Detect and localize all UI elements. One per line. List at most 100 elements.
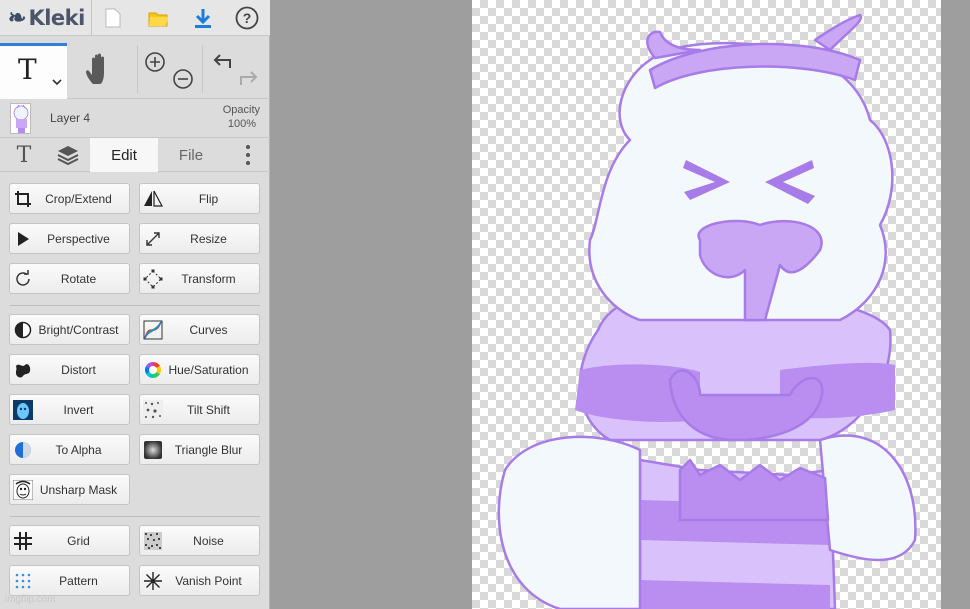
- kleki-logo-icon: ❧: [8, 5, 27, 31]
- rotate-icon: [16, 269, 30, 286]
- undo-button[interactable]: [210, 50, 236, 76]
- text-tool-button[interactable]: T: [0, 43, 67, 99]
- invert-icon: [13, 399, 33, 420]
- kleki-logo[interactable]: ❧ Kleki: [8, 4, 85, 32]
- button-label: Resize: [190, 231, 227, 246]
- redo-button[interactable]: [237, 67, 263, 93]
- zoom-in-icon: [145, 52, 165, 72]
- invert-button[interactable]: Invert: [9, 394, 130, 425]
- unsharp-icon: [13, 479, 33, 500]
- brightness-icon: [14, 321, 32, 338]
- text-tab-icon: T: [16, 142, 32, 168]
- vanish-point-button[interactable]: Vanish Point: [139, 565, 260, 596]
- app-name: Kleki: [28, 6, 85, 30]
- new-image-button[interactable]: [98, 3, 128, 33]
- text-tool-icon: T: [18, 53, 37, 86]
- rotate-button[interactable]: Rotate: [9, 263, 130, 294]
- more-menu-button[interactable]: [238, 138, 258, 172]
- button-label: Curves: [189, 322, 228, 337]
- flip-icon: [144, 190, 163, 207]
- grid-button[interactable]: Grid: [9, 525, 130, 556]
- button-label: Crop/Extend: [45, 191, 112, 206]
- resize-button[interactable]: Resize: [139, 223, 260, 254]
- divider: [202, 45, 203, 93]
- layer-preview-row[interactable]: Layer 4 Opacity 100%: [0, 100, 270, 138]
- button-label: Bright/Contrast: [38, 322, 119, 337]
- open-button[interactable]: [143, 3, 173, 33]
- svg-text:?: ?: [243, 10, 252, 26]
- transform-icon: [143, 269, 163, 288]
- to-alpha-button[interactable]: To Alpha: [9, 434, 130, 465]
- curves-icon: [143, 320, 163, 339]
- divider: [91, 0, 92, 36]
- distort-icon: [16, 363, 31, 377]
- button-label: Grid: [67, 533, 90, 548]
- tab-edit[interactable]: Edit: [90, 138, 158, 172]
- button-label: Triangle Blur: [174, 442, 243, 457]
- hue-wheel-icon: [145, 361, 161, 378]
- opacity-label: Opacity: [222, 104, 260, 116]
- triangle-blur-button[interactable]: Triangle Blur: [139, 434, 260, 465]
- layer-thumbnail: [10, 103, 31, 134]
- transform-button[interactable]: Transform: [139, 263, 260, 294]
- hand-tool-button[interactable]: [84, 51, 116, 91]
- layer-name: Layer 4: [50, 111, 91, 125]
- divider: [137, 45, 138, 93]
- button-label: Transform: [181, 271, 236, 286]
- button-label: Hue/Saturation: [168, 362, 249, 377]
- crop-icon: [15, 190, 31, 207]
- button-label: Perspective: [47, 231, 110, 246]
- edit-panel: Crop/Extend Flip Perspective Resize Rota…: [0, 173, 270, 609]
- button-label: Pattern: [59, 573, 98, 588]
- button-label: Tilt Shift: [187, 402, 230, 417]
- tilt-shift-icon: [143, 399, 163, 420]
- top-bar: ❧ Kleki ?: [0, 0, 270, 36]
- opacity-value[interactable]: 100%: [228, 118, 256, 130]
- button-label: Rotate: [60, 271, 97, 286]
- pattern-button[interactable]: Pattern: [9, 565, 130, 596]
- crop-extend-button[interactable]: Crop/Extend: [9, 183, 130, 214]
- resize-icon: [146, 231, 160, 246]
- divider: [10, 516, 260, 517]
- perspective-icon: [18, 231, 29, 246]
- unsharp-mask-button[interactable]: Unsharp Mask: [9, 474, 130, 505]
- tilt-shift-button[interactable]: Tilt Shift: [139, 394, 260, 425]
- flip-button[interactable]: Flip: [139, 183, 260, 214]
- button-label: To Alpha: [55, 442, 102, 457]
- bright-contrast-button[interactable]: Bright/Contrast: [9, 314, 130, 345]
- help-button[interactable]: ?: [232, 3, 262, 33]
- download-icon: [195, 9, 211, 28]
- more-vertical-icon: [246, 145, 250, 165]
- button-label: Invert: [63, 402, 94, 417]
- distort-button[interactable]: Distort: [9, 354, 130, 385]
- button-label: Noise: [193, 533, 224, 548]
- tool-row: T: [0, 37, 270, 99]
- watermark: imgflip.com: [5, 594, 56, 605]
- drawing-canvas[interactable]: [472, 0, 941, 609]
- hand-icon: [86, 53, 104, 84]
- blur-icon: [144, 440, 162, 459]
- tab-text[interactable]: T: [8, 138, 40, 172]
- panel-tabs: T Edit File: [0, 138, 270, 172]
- divider: [10, 305, 260, 306]
- zoom-out-icon: [173, 69, 193, 89]
- noise-button[interactable]: Noise: [139, 525, 260, 556]
- zoom-in-button[interactable]: [143, 50, 169, 76]
- grid-icon: [14, 531, 32, 550]
- vanish-point-icon: [144, 571, 162, 590]
- artwork: [497, 13, 917, 609]
- help-icon: ?: [235, 6, 259, 30]
- redo-icon: [240, 71, 258, 85]
- tab-layers[interactable]: [50, 138, 86, 172]
- button-label: Distort: [61, 362, 96, 377]
- button-label: Flip: [198, 191, 219, 206]
- chevron-down-icon[interactable]: [52, 79, 62, 86]
- save-button[interactable]: [188, 3, 218, 33]
- perspective-button[interactable]: Perspective: [9, 223, 130, 254]
- tab-file[interactable]: File: [160, 138, 222, 172]
- curves-button[interactable]: Curves: [139, 314, 260, 345]
- zoom-out-button[interactable]: [171, 67, 197, 93]
- hue-saturation-button[interactable]: Hue/Saturation: [139, 354, 260, 385]
- undo-icon: [213, 54, 231, 68]
- folder-icon: [148, 12, 168, 27]
